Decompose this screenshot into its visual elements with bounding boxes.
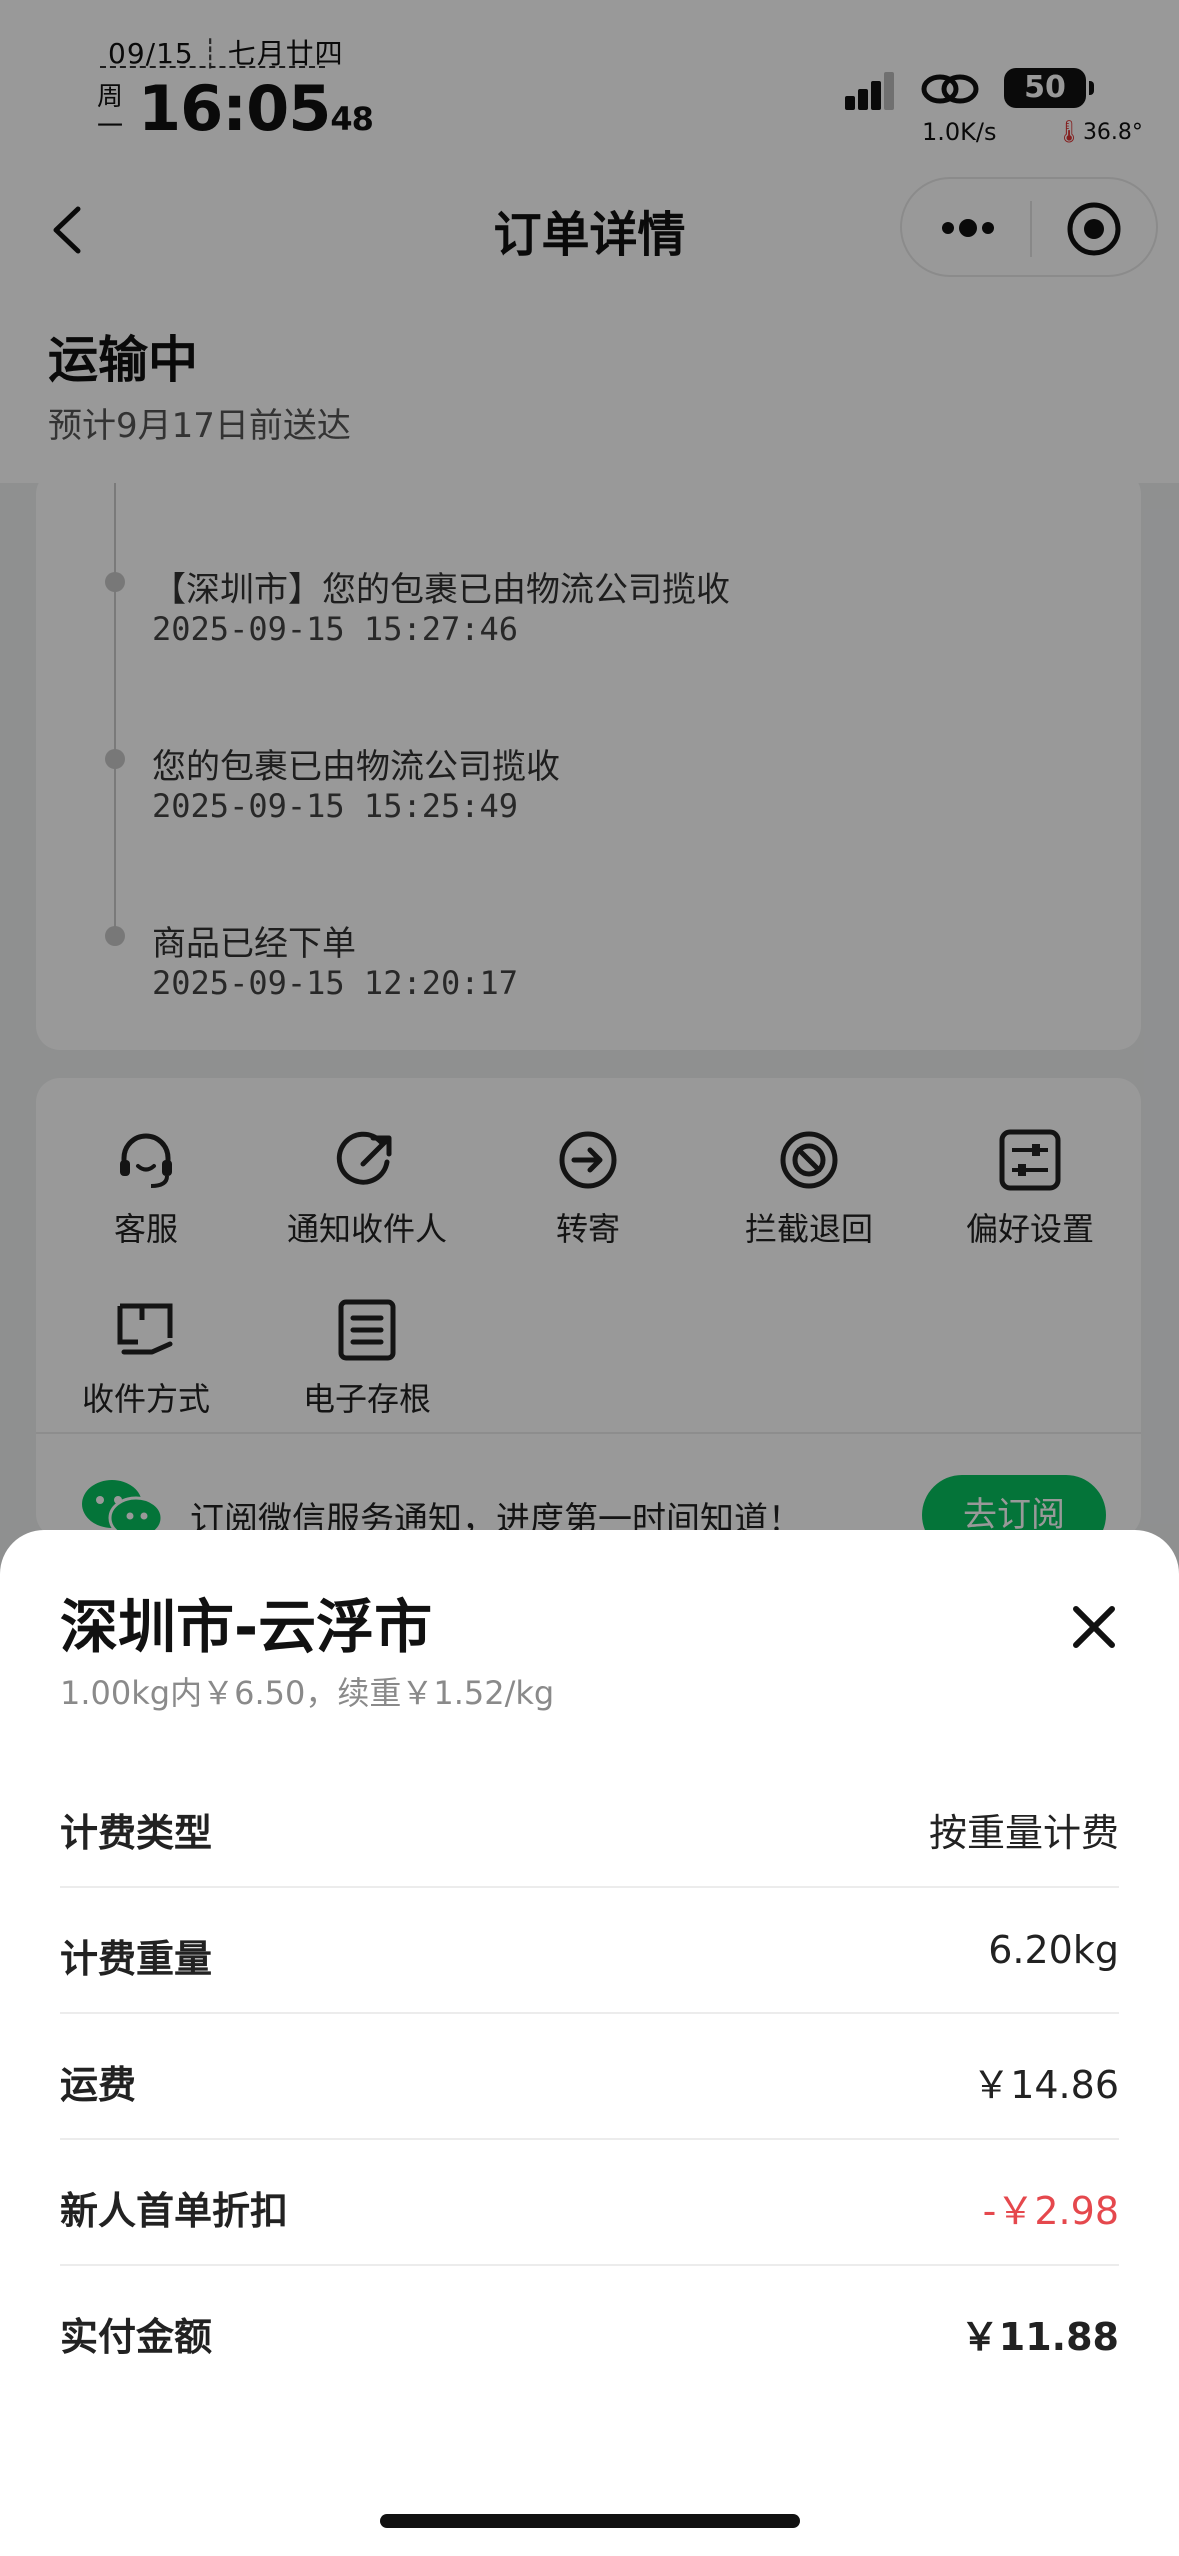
route-title: 深圳市-云浮市: [60, 1593, 433, 1661]
paid-amount-value: ￥11.88: [960, 2315, 1119, 2359]
fee-row-paid-amount: 实付金额 ￥11.88: [60, 2266, 1119, 2392]
fee-row-billing-weight: 计费重量 6.20kg: [60, 1888, 1119, 2014]
fee-row-shipping: 运费 ￥14.86: [60, 2014, 1119, 2140]
fee-value: ￥14.86: [972, 2063, 1119, 2107]
fee-value: 6.20kg: [988, 1928, 1119, 1972]
fee-value: 按重量计费: [928, 1811, 1119, 1855]
fee-label: 运费: [60, 2063, 137, 2107]
fee-row-discount: 新人首单折扣 -￥2.98: [60, 2140, 1119, 2266]
close-icon[interactable]: [1070, 1603, 1118, 1651]
home-indicator[interactable]: [380, 2514, 800, 2528]
fee-label: 实付金额: [60, 2315, 213, 2359]
fee-row-billing-type: 计费类型 按重量计费: [60, 1762, 1119, 1888]
pricing-rule: 1.00kg内￥6.50，续重￥1.52/kg: [60, 1674, 555, 1712]
fee-label: 新人首单折扣: [60, 2189, 289, 2233]
fee-label: 计费重量: [60, 1937, 213, 1981]
fee-label: 计费类型: [60, 1811, 213, 1855]
discount-value: -￥2.98: [982, 2189, 1119, 2233]
